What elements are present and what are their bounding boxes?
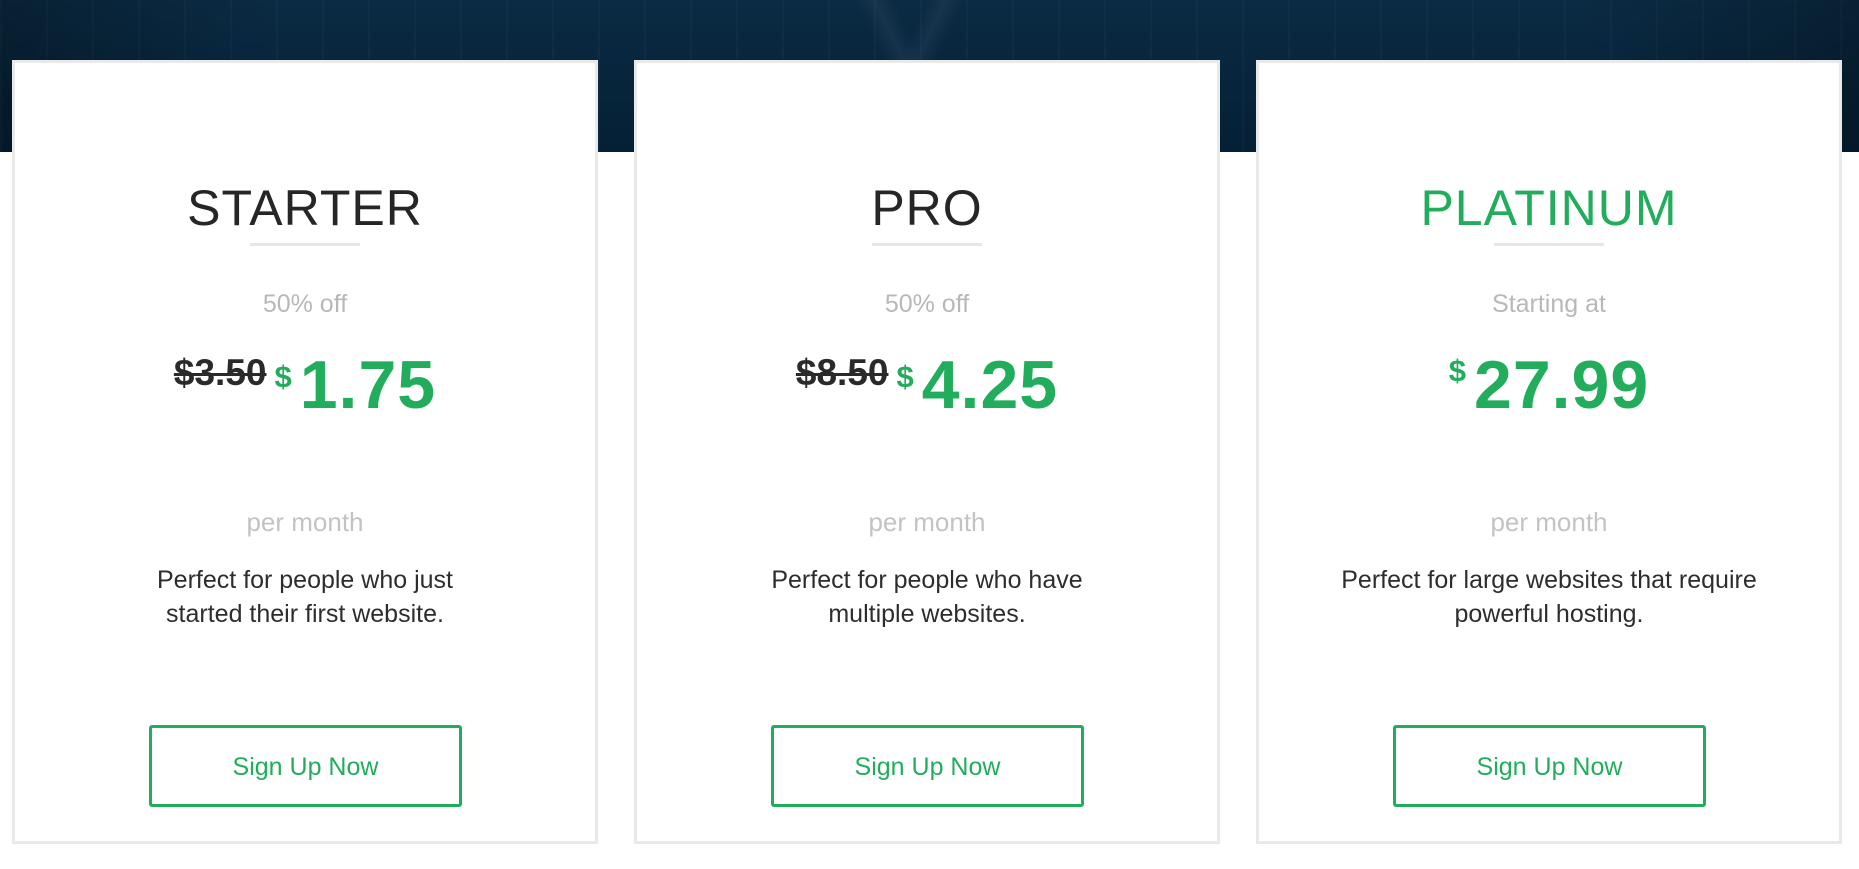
title-divider — [250, 243, 360, 246]
title-divider — [872, 243, 982, 246]
pricing-card-platinum: PLATINUM Starting at $ 27.99 per month P… — [1256, 60, 1842, 844]
plan-description: Perfect for large websites that require … — [1319, 563, 1779, 631]
pricing-card-pro: PRO 50% off $8.50 $ 4.25 per month Perfe… — [634, 60, 1220, 844]
billing-period: per month — [246, 507, 364, 537]
discount-label: 50% off — [884, 290, 970, 318]
price-row: $ 27.99 — [1259, 345, 1839, 425]
sign-up-button-starter[interactable]: Sign Up Now — [149, 725, 462, 807]
old-price: $3.50 — [173, 352, 267, 393]
pricing-section: STARTER 50% off $3.50 $ 1.75 per month P… — [0, 0, 1859, 869]
plan-description-line: started their first website. — [166, 600, 444, 628]
plan-description: Perfect for people who have multiple web… — [697, 563, 1157, 631]
price-prefix-label: Starting at — [1492, 290, 1606, 318]
plan-name: PLATINUM — [1420, 180, 1678, 236]
billing-period: per month — [1490, 507, 1608, 537]
current-price: 27.99 — [1474, 347, 1650, 423]
plan-name: STARTER — [187, 180, 423, 236]
billing-period: per month — [868, 507, 986, 537]
plan-description-line: Perfect for people who have — [771, 566, 1083, 594]
sign-up-button-platinum[interactable]: Sign Up Now — [1393, 725, 1706, 807]
currency-symbol: $ — [274, 359, 292, 394]
plan-description: Perfect for people who just started thei… — [75, 563, 535, 631]
current-price: 4.25 — [921, 347, 1059, 423]
current-price: 1.75 — [299, 347, 437, 423]
plan-description-line: powerful hosting. — [1454, 600, 1644, 628]
plan-description-line: Perfect for people who just — [157, 566, 453, 594]
plan-name: PRO — [871, 180, 983, 236]
currency-symbol: $ — [896, 359, 914, 394]
discount-label: 50% off — [262, 290, 348, 318]
pricing-card-starter: STARTER 50% off $3.50 $ 1.75 per month P… — [12, 60, 598, 844]
old-price: $8.50 — [795, 352, 889, 393]
plan-description-line: Perfect for large websites that require — [1341, 566, 1757, 594]
sign-up-button-pro[interactable]: Sign Up Now — [771, 725, 1084, 807]
price-row: $8.50 $ 4.25 — [637, 345, 1217, 425]
currency-symbol: $ — [1448, 353, 1467, 388]
plan-description-line: multiple websites. — [828, 600, 1026, 628]
title-divider — [1494, 243, 1604, 246]
price-row: $3.50 $ 1.75 — [15, 345, 595, 425]
